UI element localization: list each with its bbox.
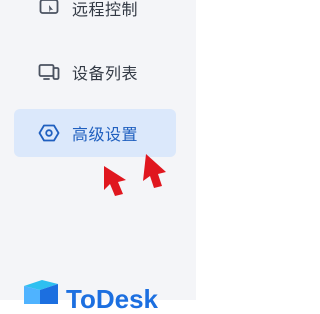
sidebar-item-label: 远程控制 — [72, 2, 139, 19]
sidebar: 远程控制 设备列表 高级设置 ToDesk — [0, 0, 196, 312]
settings-icon — [38, 122, 60, 144]
sidebar-item-label: 设备列表 — [72, 66, 139, 83]
remote-control-icon — [38, 0, 60, 19]
device-list-icon — [38, 61, 60, 83]
sidebar-item-remote-control[interactable]: 远程控制 — [14, 0, 176, 32]
annotation-arrow-icon — [143, 154, 166, 188]
sidebar-item-label: 高级设置 — [72, 127, 139, 144]
brand-name: ToDesk — [66, 284, 158, 314]
sidebar-item-device-list[interactable]: 设备列表 — [14, 48, 176, 96]
annotation-arrow-icon — [104, 166, 126, 196]
sidebar-item-advanced-settings[interactable]: 高级设置 — [14, 109, 176, 157]
